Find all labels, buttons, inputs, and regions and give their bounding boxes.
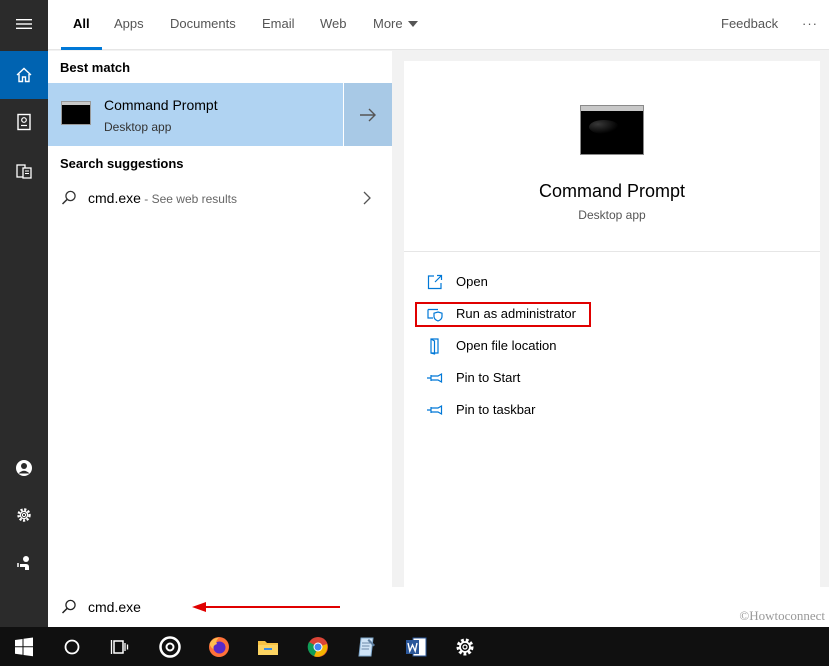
search-icon	[61, 599, 76, 614]
rail-settings-button[interactable]	[0, 491, 48, 539]
pin-icon	[427, 372, 443, 384]
groove-icon	[159, 635, 181, 658]
rail-account-button[interactable]	[0, 444, 48, 492]
word-icon	[406, 637, 427, 656]
open-icon	[427, 274, 443, 290]
tab-web[interactable]: Web	[320, 0, 347, 50]
file-explorer-icon	[258, 640, 278, 655]
notebook-icon	[17, 113, 31, 131]
notepad-icon	[358, 637, 375, 656]
feedback-link[interactable]: Feedback	[721, 0, 778, 50]
settings-icon	[17, 508, 31, 522]
tab-more-label: More	[373, 16, 403, 31]
pin-icon	[427, 404, 443, 416]
detail-divider	[404, 251, 820, 252]
best-match-heading: Best match	[60, 60, 131, 75]
tab-all[interactable]: All	[61, 0, 101, 50]
action-pin-to-taskbar-label: Pin to taskbar	[456, 402, 536, 417]
start-button[interactable]	[0, 627, 48, 666]
chrome-icon	[307, 636, 328, 657]
taskbar-file-explorer[interactable]	[244, 627, 292, 666]
taskbar-chrome[interactable]	[294, 627, 342, 666]
hamburger-menu-button[interactable]	[0, 0, 48, 48]
taskbar-groove-music[interactable]	[146, 627, 194, 666]
watermark: ©Howtoconnect	[739, 608, 825, 623]
taskbar-firefox[interactable]	[195, 627, 243, 666]
results-panel: Best match Command Prompt Desktop app Se…	[48, 51, 392, 587]
rail-feedback-button[interactable]	[0, 539, 48, 587]
best-match-item[interactable]: Command Prompt Desktop app	[48, 83, 343, 146]
best-match-subtitle: Desktop app	[104, 120, 172, 134]
rail-home-button[interactable]	[0, 51, 48, 99]
detail-app-subtitle: Desktop app	[578, 208, 646, 222]
action-pin-to-start[interactable]: Pin to Start	[424, 366, 724, 390]
cortana-button[interactable]	[48, 627, 96, 666]
command-prompt-large-icon	[580, 105, 644, 155]
search-filter-tabs: All Apps Documents Email Web More Feedba…	[48, 0, 829, 50]
suggestion-text: cmd.exe - See web results	[88, 190, 237, 206]
action-open-file-location[interactable]: Open file location	[424, 334, 724, 358]
search-suggestions-heading: Search suggestions	[60, 156, 184, 171]
action-open[interactable]: Open	[424, 270, 724, 294]
windows-start-icon	[15, 637, 33, 656]
action-open-label: Open	[456, 274, 488, 289]
detail-app-title: Command Prompt	[538, 181, 686, 201]
tab-documents[interactable]: Documents	[170, 0, 236, 50]
feedback-icon	[17, 556, 29, 570]
action-pin-to-taskbar[interactable]: Pin to taskbar	[424, 398, 724, 422]
settings-icon	[456, 638, 474, 655]
rail-notebook-button[interactable]	[0, 98, 48, 146]
chevron-down-icon	[407, 21, 418, 27]
cortana-icon	[64, 639, 80, 654]
red-arrow-annotation	[192, 602, 340, 612]
task-view-icon	[110, 639, 129, 654]
taskbar-notepad[interactable]	[343, 627, 391, 666]
search-icon	[61, 190, 76, 205]
firefox-icon	[209, 636, 229, 657]
search-box: ©Howtoconnect	[48, 587, 829, 627]
web-suggestion-item[interactable]: cmd.exe - See web results	[48, 181, 392, 215]
best-match-title: Command Prompt	[104, 97, 218, 113]
taskbar-settings[interactable]	[441, 627, 489, 666]
command-prompt-icon	[61, 101, 91, 125]
action-pin-to-start-label: Pin to Start	[456, 370, 521, 385]
suggestion-query: cmd.exe	[88, 190, 141, 206]
run-as-administrator-highlight	[415, 302, 591, 327]
home-icon	[16, 67, 32, 83]
suggestion-hint: - See web results	[140, 192, 237, 206]
taskbar	[0, 627, 829, 666]
file-location-icon	[430, 338, 439, 355]
taskbar-word[interactable]	[392, 627, 440, 666]
task-view-button[interactable]	[96, 627, 144, 666]
chevron-right-icon	[363, 191, 371, 205]
hamburger-icon	[16, 19, 32, 29]
arrow-right-icon	[360, 108, 376, 121]
user-icon	[16, 460, 32, 476]
tab-more[interactable]: More	[373, 0, 418, 50]
more-options-button[interactable]: ···	[802, 0, 818, 50]
rail-documents-button[interactable]	[0, 147, 48, 195]
expand-details-button[interactable]	[344, 83, 392, 146]
left-rail	[0, 0, 48, 627]
tab-email[interactable]: Email	[262, 0, 295, 50]
documents-icon	[16, 164, 32, 179]
tab-apps[interactable]: Apps	[114, 0, 144, 50]
action-open-file-location-label: Open file location	[456, 338, 557, 353]
